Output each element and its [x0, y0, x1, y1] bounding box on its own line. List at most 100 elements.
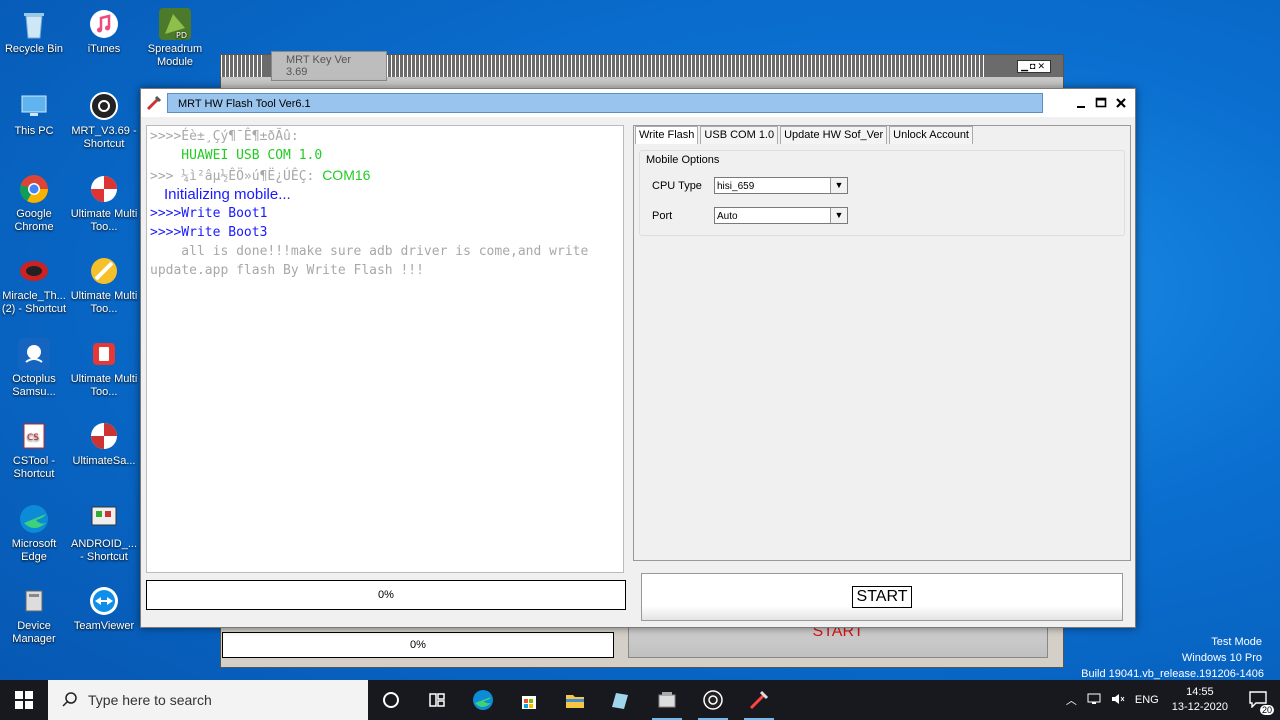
- ultimate-multi-tool-icon: [88, 255, 120, 287]
- chevron-down-icon[interactable]: ▼: [830, 208, 847, 223]
- watermark-line: Windows 10 Pro: [1181, 652, 1262, 664]
- spreadrum-icon: PD: [159, 8, 191, 40]
- desktop-icon-octoplus[interactable]: Octoplus Samsu...: [0, 338, 70, 399]
- mobile-options-label: Mobile Options: [646, 154, 720, 166]
- notepad-icon[interactable]: [598, 680, 644, 720]
- taskbar: Type here to search ︿ ENG 14:55 13-12-20…: [0, 680, 1280, 720]
- port-value: Auto: [717, 211, 738, 222]
- desktop-icon-chrome[interactable]: Google Chrome: [0, 173, 70, 234]
- notification-icon[interactable]: 20: [1236, 690, 1280, 715]
- task-view-icon[interactable]: [414, 680, 460, 720]
- log-port-value: COM16: [322, 166, 371, 183]
- android-icon: [88, 503, 120, 535]
- flash-progress-bar: 0%: [146, 580, 626, 610]
- store-icon[interactable]: [506, 680, 552, 720]
- mrt-icon: [88, 90, 120, 122]
- port-row: Port Auto ▼: [652, 207, 848, 224]
- chrome-icon: [18, 173, 50, 205]
- ultimate-multi-tool-icon: [88, 173, 120, 205]
- log-line: >>>>Write Boot3: [150, 224, 268, 240]
- log-line: >>> ¼ì²âµ½ÊÖ»ú¶Ë¿ÚÊÇ:: [150, 168, 323, 184]
- title-stripes: [221, 55, 265, 77]
- search-placeholder: Type here to search: [88, 692, 212, 708]
- clock-time: 14:55: [1186, 686, 1214, 698]
- edge-taskbar-icon[interactable]: [460, 680, 506, 720]
- start-button[interactable]: START: [852, 586, 912, 608]
- chevron-up-icon[interactable]: ︿: [1061, 692, 1082, 708]
- watermark-line: Build 19041.vb_release.191206-1406: [1081, 668, 1264, 680]
- mrt-key-progress: 0%: [222, 632, 614, 658]
- minimize-icon[interactable]: [1073, 95, 1089, 111]
- mobile-options-group: Mobile Options CPU Type hisi_659 ▼ Port …: [639, 150, 1125, 236]
- desktop-icon-ultimate-sa[interactable]: UltimateSa...: [68, 420, 140, 468]
- notification-count: 20: [1259, 704, 1274, 715]
- port-select[interactable]: Auto ▼: [714, 207, 848, 224]
- mrt-key-title: MRT Key Ver 3.69: [271, 51, 387, 81]
- desktop-icon-ultimate-1[interactable]: Ultimate Multi Too...: [68, 173, 140, 234]
- ultimate-multi-tool-icon: [88, 338, 120, 370]
- desktop-icon-cstool[interactable]: CS CSTool - Shortcut: [0, 420, 70, 481]
- tab-unlock-account[interactable]: Unlock Account: [889, 126, 973, 144]
- spreadrum-taskbar-icon[interactable]: [644, 680, 690, 720]
- cpu-type-select[interactable]: hisi_659 ▼: [714, 177, 848, 194]
- desktop-icon-itunes[interactable]: iTunes: [68, 8, 140, 56]
- maximize-icon[interactable]: [1093, 95, 1109, 111]
- desktop-icon-miracle[interactable]: Miracle_Th... (2) - Shortcut: [0, 255, 70, 316]
- cpu-type-label: CPU Type: [652, 179, 702, 192]
- tab-update-hw-sof-ver[interactable]: Update HW Sof_Ver: [780, 126, 888, 144]
- start-area: START: [641, 573, 1123, 621]
- windows-start-icon[interactable]: [0, 680, 48, 720]
- tab-write-flash[interactable]: Write Flash: [635, 126, 699, 144]
- octoplus-icon: [18, 338, 50, 370]
- clock[interactable]: 14:55 13-12-2020: [1164, 685, 1236, 715]
- language-indicator[interactable]: ENG: [1130, 694, 1164, 706]
- mrt-key-start-button[interactable]: START: [628, 626, 1048, 658]
- device-manager-icon: [18, 585, 50, 617]
- port-label: Port: [652, 209, 673, 222]
- log-line: >>>>Éè±¸Çý¶¯Ê¶±ðÃû:: [150, 129, 299, 144]
- log-line: update.app flash By Write Flash !!!: [150, 262, 424, 278]
- clock-date: 13-12-2020: [1171, 701, 1228, 713]
- watermark-line: Test Mode: [1211, 636, 1262, 648]
- desktop-icon-ultimate-2[interactable]: Ultimate Multi Too...: [68, 255, 140, 316]
- start-label: START: [812, 626, 864, 640]
- hw-flash-taskbar-icon[interactable]: [736, 680, 782, 720]
- file-explorer-icon[interactable]: [552, 680, 598, 720]
- hw-flash-title: MRT HW Flash Tool Ver6.1: [167, 93, 1043, 113]
- chevron-down-icon[interactable]: ▼: [830, 178, 847, 193]
- desktop-icon-teamviewer[interactable]: TeamViewer: [68, 585, 140, 633]
- system-tray: ︿ ENG 14:55 13-12-2020 20: [1061, 680, 1280, 720]
- miracle-icon: [18, 255, 50, 287]
- volume-muted-icon[interactable]: [1106, 693, 1130, 708]
- mrt-taskbar-icon[interactable]: [690, 680, 736, 720]
- tab-strip: Write Flash USB COM 1.0 Update HW Sof_Ve…: [635, 126, 975, 144]
- network-icon[interactable]: [1082, 693, 1106, 708]
- cortana-icon[interactable]: [368, 680, 414, 720]
- window-controls[interactable]: ▁◘✕: [1017, 59, 1051, 73]
- desktop-icon-this-pc[interactable]: This PC: [0, 90, 70, 138]
- ultimate-sa-icon: [88, 420, 120, 452]
- this-pc-icon: [18, 90, 50, 122]
- desktop-icon-mrt[interactable]: MRT_V3.69 - Shortcut: [68, 90, 140, 151]
- desktop-icon-edge[interactable]: Microsoft Edge: [0, 503, 70, 564]
- desktop-icon-recycle-bin[interactable]: Recycle Bin: [0, 8, 70, 56]
- desktop-icon-ultimate-3[interactable]: Ultimate Multi Too...: [68, 338, 140, 399]
- log-output[interactable]: >>>>Éè±¸Çý¶¯Ê¶±ðÃû: HUAWEI USB COM 1.0 >…: [146, 125, 624, 573]
- cstool-icon: CS: [18, 420, 50, 452]
- desktop-icon-spreadrum[interactable]: PD Spreadrum Module: [139, 8, 211, 69]
- hw-flash-tool-window[interactable]: MRT HW Flash Tool Ver6.1 >>>>Éè±¸Çý¶¯Ê¶±…: [140, 88, 1136, 628]
- log-line: all is done!!!make sure adb driver is co…: [150, 243, 589, 259]
- desktop-icon-android[interactable]: ANDROID_... - Shortcut: [68, 503, 140, 564]
- cpu-type-row: CPU Type hisi_659 ▼: [652, 177, 848, 194]
- log-line: Initializing mobile...: [164, 186, 291, 204]
- hw-flash-titlebar[interactable]: MRT HW Flash Tool Ver6.1: [141, 89, 1135, 117]
- search-icon: [62, 691, 78, 710]
- recycle-bin-icon: [18, 8, 50, 40]
- desktop-icon-device-manager[interactable]: Device Manager: [0, 585, 70, 646]
- log-line: >>>>Write Boot1: [150, 206, 268, 222]
- mrt-key-titlebar[interactable]: MRT Key Ver 3.69 ▁◘✕: [221, 51, 1063, 81]
- hw-flash-app-icon: [146, 95, 162, 111]
- tab-usb-com[interactable]: USB COM 1.0: [700, 126, 779, 144]
- taskbar-search-box[interactable]: Type here to search: [48, 680, 368, 720]
- close-icon[interactable]: [1113, 95, 1129, 111]
